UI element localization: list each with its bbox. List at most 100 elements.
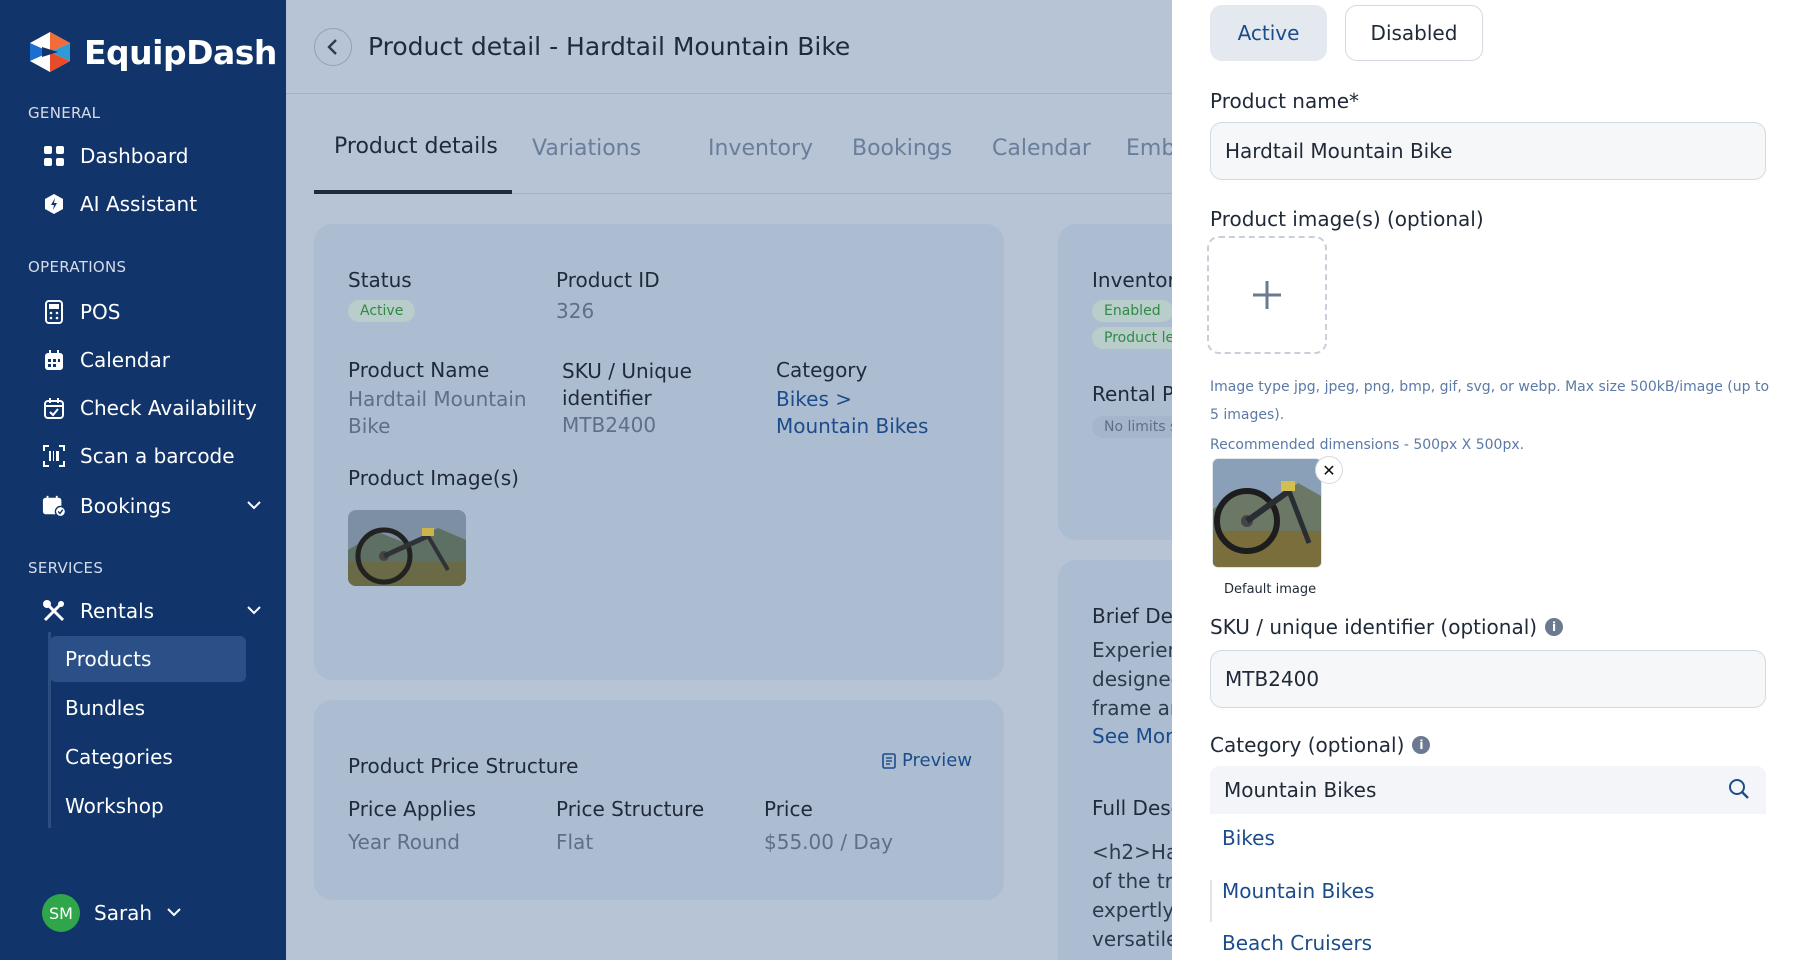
grid-icon [42, 144, 66, 168]
main-content: Product detail - Hardtail Mountain Bike … [286, 0, 1172, 960]
price-value: Flat [556, 830, 594, 854]
sidebar-item-calendar[interactable]: Calendar [42, 340, 262, 380]
sidebar-item-label: Calendar [80, 348, 170, 372]
back-button[interactable] [314, 28, 352, 66]
category-field-label: Category (optional) i [1210, 733, 1431, 757]
sidebar-item-ai-assistant[interactable]: AI Assistant [42, 184, 262, 224]
status-disabled-toggle[interactable]: Disabled [1345, 5, 1483, 61]
document-icon [882, 752, 896, 769]
category-label: Category [776, 358, 868, 382]
rental-badge: No limits s [1092, 416, 1172, 438]
sidebar-item-check-availability[interactable]: Check Availability [42, 388, 262, 428]
page-title: Product detail - Hardtail Mountain Bike [368, 32, 851, 61]
product-name-input[interactable]: Hardtail Mountain Bike [1210, 122, 1766, 180]
uploaded-image-preview[interactable] [1212, 458, 1322, 568]
rental-period-label: Rental Pe [1092, 382, 1172, 406]
tab-calendar[interactable]: Calendar [992, 136, 1091, 161]
sidebar-item-scan-barcode[interactable]: Scan a barcode [42, 436, 262, 476]
full-description-label: Full Desc [1092, 796, 1172, 820]
search-icon[interactable] [1728, 778, 1750, 805]
brief-description-line: Experien [1092, 638, 1172, 662]
edit-product-panel: Active Disabled Product name* Hardtail M… [1172, 0, 1800, 960]
preview-label: Preview [902, 750, 973, 771]
price-header: Price Structure [556, 797, 705, 821]
status-label: Status [348, 268, 412, 292]
see-more-link[interactable]: See More [1092, 723, 1172, 750]
sidebar-subitem-categories[interactable]: Categories [50, 734, 246, 780]
user-name: Sarah [94, 901, 153, 925]
sidebar-subitem-workshop[interactable]: Workshop [50, 783, 246, 829]
bookings-icon [42, 494, 66, 518]
sidebar-item-label: Bookings [80, 494, 172, 518]
info-icon[interactable]: i [1412, 736, 1431, 754]
tab-bookings[interactable]: Bookings [852, 136, 952, 161]
sidebar-subitem-bundles[interactable]: Bundles [50, 685, 246, 731]
user-menu[interactable]: SM Sarah [42, 894, 182, 932]
preview-button[interactable]: Preview [882, 750, 972, 771]
section-label-operations: OPERATIONS [28, 258, 127, 276]
sku-input[interactable]: MTB2400 [1210, 650, 1766, 708]
product-details-card: Status Active Product ID 326 Product Nam… [314, 224, 1004, 680]
category-field-label-text: Category (optional) [1210, 733, 1405, 757]
tab-variations[interactable]: Variations [532, 136, 641, 161]
category-option-bikes[interactable]: Bikes [1222, 826, 1275, 850]
status-active-toggle[interactable]: Active [1210, 5, 1327, 61]
chevron-down-icon [166, 901, 182, 925]
category-link-bikes[interactable]: Bikes > [776, 386, 852, 413]
product-name-label: Product Name [348, 358, 490, 382]
pos-icon [42, 300, 66, 324]
chevron-down-icon[interactable] [246, 494, 262, 518]
sidebar-item-label: Check Availability [80, 396, 257, 420]
category-link-mountain-bikes[interactable]: Mountain Bikes [776, 413, 928, 440]
sidebar-item-label: AI Assistant [80, 192, 198, 216]
close-icon: ✕ [1322, 460, 1336, 480]
avatar: SM [42, 894, 80, 932]
chevron-left-icon [327, 39, 337, 55]
product-thumbnail[interactable] [348, 510, 466, 586]
brand-logo[interactable]: EquipDash [28, 30, 277, 74]
inventory-badge: Enabled [1092, 300, 1172, 322]
sidebar-item-label: POS [80, 300, 121, 324]
sidebar-item-pos[interactable]: POS [42, 292, 262, 332]
product-name-value: Hardtail Mountain Bike [348, 387, 527, 438]
chevron-down-icon[interactable] [246, 599, 262, 623]
default-image-caption: Default image [1224, 582, 1317, 597]
product-id-label: Product ID [556, 268, 660, 292]
category-search-input[interactable]: Mountain Bikes [1210, 766, 1766, 814]
remove-image-button[interactable]: ✕ [1315, 456, 1343, 484]
tab-bar: Product details Variations Inventory Boo… [314, 132, 1172, 194]
price-header: Price [764, 797, 813, 821]
sidebar-item-dashboard[interactable]: Dashboard [42, 136, 262, 176]
info-icon[interactable]: i [1545, 618, 1564, 636]
sidebar-subitem-products[interactable]: Products [50, 636, 246, 682]
ai-shield-icon [42, 192, 66, 216]
tab-inventory[interactable]: Inventory [708, 136, 813, 161]
brief-description-label: Brief Des [1092, 604, 1172, 628]
brief-description-line: designed [1092, 667, 1172, 691]
bike-photo-icon [348, 510, 466, 586]
brand-name: EquipDash [84, 32, 277, 72]
sidebar-item-bookings[interactable]: Bookings [42, 486, 262, 526]
tab-embed[interactable]: Embed [1126, 136, 1172, 161]
section-label-services: SERVICES [28, 559, 104, 577]
image-upload-dropzone[interactable] [1207, 236, 1327, 354]
status-badge: Active [348, 300, 416, 322]
calendar-check-icon [42, 396, 66, 420]
tab-product-details[interactable]: Product details [334, 134, 498, 159]
sidebar-item-rentals[interactable]: Rentals [42, 591, 262, 631]
category-option-beach-cruisers[interactable]: Beach Cruisers [1222, 931, 1372, 955]
category-search-value: Mountain Bikes [1224, 778, 1377, 802]
price-value: $55.00 / Day [764, 830, 893, 854]
full-description-line: expertly [1092, 898, 1172, 922]
plus-icon [1253, 281, 1281, 309]
price-value: Year Round [348, 830, 460, 854]
inventory-badge: Product le [1092, 327, 1172, 349]
full-description-line: of the tra [1092, 869, 1172, 893]
full-description-line: versatile [1092, 927, 1172, 951]
price-header: Price Applies [348, 797, 477, 821]
category-option-mountain-bikes[interactable]: Mountain Bikes [1222, 879, 1374, 903]
full-description-line: <h2>Har [1092, 840, 1172, 864]
option-indent-line [1210, 880, 1212, 922]
sidebar-item-label: Dashboard [80, 144, 189, 168]
price-structure-card: Product Price Structure Preview Price Ap… [314, 700, 1004, 900]
